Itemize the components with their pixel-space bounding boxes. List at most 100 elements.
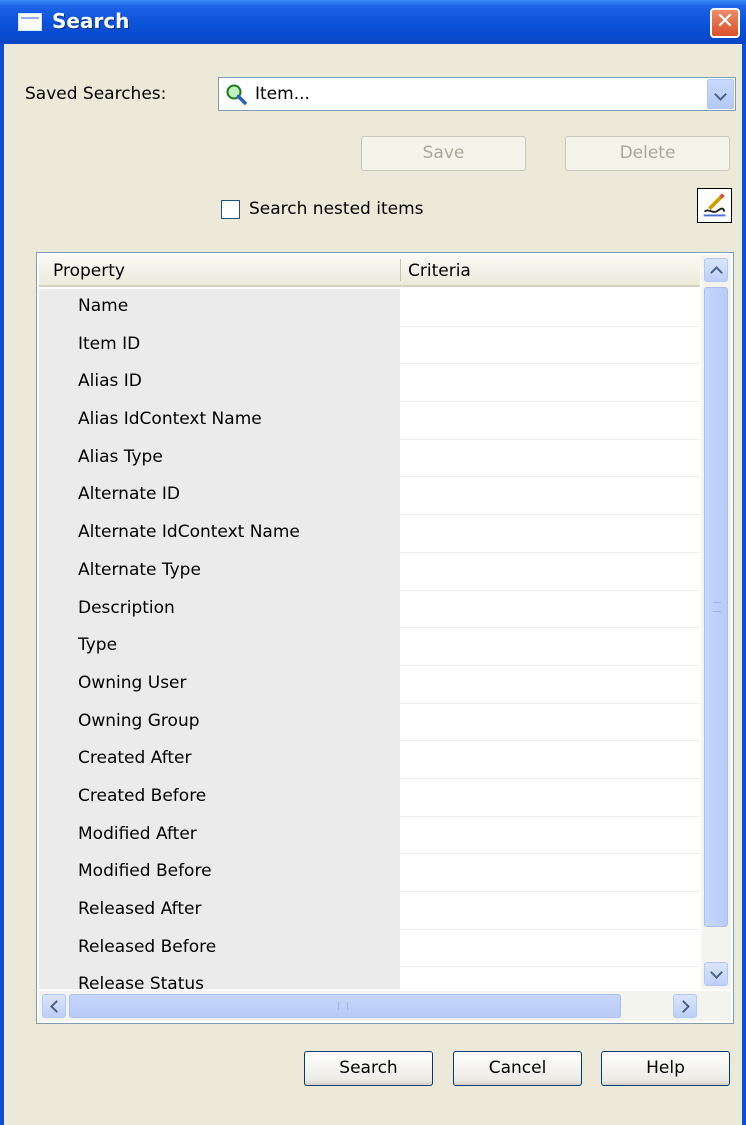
window-icon: [18, 13, 42, 31]
criteria-input[interactable]: [400, 892, 700, 930]
saved-searches-value: Item...: [255, 84, 310, 104]
criteria-input[interactable]: [400, 628, 700, 666]
criteria-input[interactable]: [400, 439, 700, 478]
criteria-input[interactable]: [400, 364, 700, 403]
save-button[interactable]: Save: [361, 136, 526, 171]
column-divider[interactable]: [400, 259, 401, 281]
criteria-input[interactable]: [400, 967, 700, 989]
criteria-input[interactable]: [400, 929, 700, 968]
edit-criteria-icon: [703, 193, 726, 217]
table-row[interactable]: Alternate IdContext Name: [39, 515, 700, 553]
saved-searches-label: Saved Searches:: [25, 84, 167, 104]
property-name: Alias ID: [78, 371, 142, 392]
property-cell: Alias ID: [39, 364, 400, 403]
property-cell: Name: [39, 289, 400, 327]
vertical-scroll-thumb[interactable]: [704, 287, 728, 927]
title-bar[interactable]: Search ✕: [0, 0, 746, 44]
criteria-input[interactable]: [400, 326, 700, 365]
saved-searches-dropdown[interactable]: Item...: [218, 77, 736, 111]
criteria-input[interactable]: [400, 515, 700, 553]
grip-icon: [338, 1002, 348, 1010]
table-row[interactable]: Alias ID: [39, 364, 700, 403]
property-cell: Alternate IdContext Name: [39, 515, 400, 553]
chevron-right-icon: [677, 1000, 690, 1013]
scroll-up-button[interactable]: [704, 258, 728, 282]
criteria-input[interactable]: [400, 289, 700, 327]
criteria-input[interactable]: [400, 665, 700, 704]
property-name: Item ID: [78, 333, 141, 354]
table-row[interactable]: Release Status: [39, 967, 700, 989]
scroll-left-button[interactable]: [42, 994, 66, 1018]
chevron-down-icon[interactable]: [707, 79, 734, 109]
criteria-input[interactable]: [400, 778, 700, 817]
property-column-header[interactable]: Property: [53, 261, 125, 281]
property-name: Alias Type: [78, 446, 163, 467]
search-icon: [226, 84, 247, 105]
table-row[interactable]: Owning User: [39, 665, 700, 704]
search-dialog: Search ✕ Saved Searches: Item... Save De…: [0, 0, 746, 1125]
table-row[interactable]: Modified Before: [39, 854, 700, 892]
close-button[interactable]: ✕: [710, 8, 740, 38]
property-cell: Created Before: [39, 778, 400, 817]
criteria-input[interactable]: [400, 402, 700, 440]
table-row[interactable]: Created After: [39, 741, 700, 779]
property-cell: Item ID: [39, 326, 400, 365]
criteria-input[interactable]: [400, 741, 700, 779]
property-cell: Owning Group: [39, 703, 400, 742]
window-title: Search: [52, 9, 130, 33]
chevron-down-icon: [710, 966, 723, 979]
table-row[interactable]: Alternate Type: [39, 552, 700, 591]
property-name: Created After: [78, 748, 192, 769]
property-name: Alias IdContext Name: [78, 409, 262, 430]
table-row[interactable]: Alternate ID: [39, 477, 700, 516]
property-name: Type: [78, 635, 118, 656]
table-row[interactable]: Created Before: [39, 778, 700, 817]
criteria-column-header[interactable]: Criteria: [408, 261, 471, 281]
property-name: Owning User: [78, 672, 187, 693]
table-row[interactable]: Type: [39, 628, 700, 666]
delete-button[interactable]: Delete: [565, 136, 730, 171]
property-cell: Owning User: [39, 665, 400, 704]
search-nested-checkbox[interactable]: [221, 200, 240, 219]
chevron-left-icon: [50, 1000, 63, 1013]
dialog-body: Saved Searches: Item... Save Delete Sear…: [4, 44, 742, 1125]
property-cell: Description: [39, 590, 400, 629]
property-name: Modified Before: [78, 861, 212, 882]
table-row[interactable]: Name: [39, 289, 700, 327]
property-grid: Property Criteria Name Item ID Alias ID Ali…: [36, 252, 734, 1024]
table-row[interactable]: Modified After: [39, 816, 700, 855]
criteria-input[interactable]: [400, 477, 700, 516]
search-button[interactable]: Search: [304, 1051, 433, 1086]
property-cell: Alternate ID: [39, 477, 400, 516]
cancel-button[interactable]: Cancel: [453, 1051, 582, 1086]
horizontal-scrollbar[interactable]: [39, 991, 731, 1021]
property-name: Created Before: [78, 785, 207, 806]
property-name: Released After: [78, 899, 202, 919]
property-cell: Alias Type: [39, 439, 400, 478]
table-row[interactable]: Item ID: [39, 326, 700, 365]
property-cell: Modified Before: [39, 854, 400, 892]
edit-criteria-button[interactable]: [697, 188, 732, 223]
criteria-input[interactable]: [400, 854, 700, 892]
criteria-input[interactable]: [400, 590, 700, 629]
vertical-scrollbar[interactable]: [701, 255, 731, 989]
table-row[interactable]: Alias IdContext Name: [39, 402, 700, 440]
property-name: Alternate ID: [78, 484, 180, 505]
criteria-input[interactable]: [400, 552, 700, 591]
property-name: Owning Group: [78, 710, 200, 731]
scroll-right-button[interactable]: [673, 994, 697, 1018]
property-name: Released Before: [78, 936, 217, 957]
criteria-input[interactable]: [400, 703, 700, 742]
table-row[interactable]: Owning Group: [39, 703, 700, 742]
horizontal-scroll-thumb[interactable]: [69, 994, 621, 1018]
scroll-down-button[interactable]: [704, 962, 728, 986]
table-row[interactable]: Released After: [39, 892, 700, 930]
property-cell: Created After: [39, 741, 400, 779]
table-row[interactable]: Alias Type: [39, 439, 700, 478]
help-button[interactable]: Help: [601, 1051, 730, 1086]
table-row[interactable]: Description: [39, 590, 700, 629]
table-row[interactable]: Released Before: [39, 929, 700, 968]
property-name: Description: [78, 597, 175, 618]
property-cell: Alternate Type: [39, 552, 400, 591]
criteria-input[interactable]: [400, 816, 700, 855]
